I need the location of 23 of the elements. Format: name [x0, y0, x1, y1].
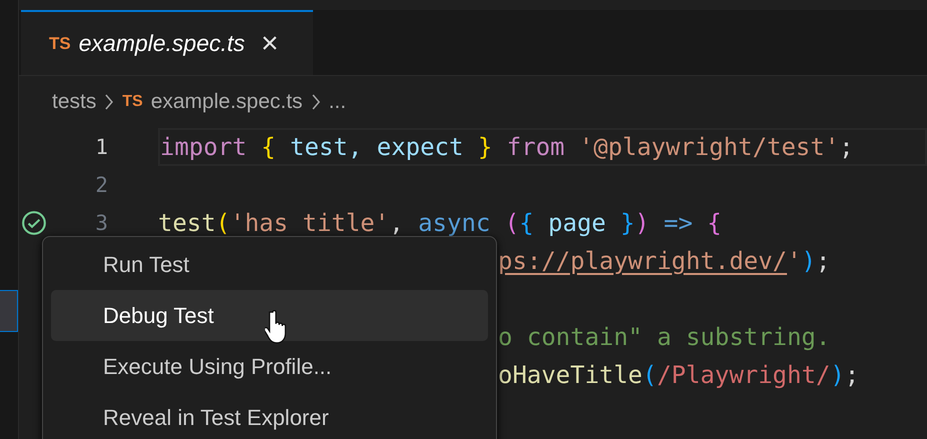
code-line: import { test, expect } from '@playwright/test';: [160, 133, 854, 161]
code-line: test('has title', async ({ page }) => {: [158, 209, 722, 237]
line-number: 2: [95, 173, 108, 197]
menu-item[interactable]: Reveal in Test Explorer: [51, 392, 488, 439]
chevron-icon: [104, 94, 114, 110]
typescript-icon: TS: [49, 34, 71, 54]
typescript-icon: TS: [122, 93, 143, 111]
menu-item[interactable]: Run Test: [51, 239, 488, 290]
code-line: o contain" a substring.: [498, 323, 830, 351]
breadcrumb-item[interactable]: tests: [52, 90, 96, 114]
editor-tab[interactable]: TS example.spec.ts ×: [21, 10, 313, 75]
menu-item[interactable]: Execute Using Profile...: [51, 341, 488, 392]
sidebar-item[interactable]: [0, 290, 18, 332]
code-line: ps://playwright.dev/');: [498, 247, 830, 275]
code-line: oHaveTitle(/Playwright/);: [498, 361, 860, 389]
breadcrumb-item[interactable]: example.spec.ts: [150, 90, 303, 114]
close-icon[interactable]: ×: [260, 28, 278, 58]
breadcrumb-item[interactable]: ...: [328, 90, 346, 114]
line-number: 3: [95, 211, 108, 235]
menu-item[interactable]: Debug Test: [51, 290, 488, 341]
test-passed-icon[interactable]: [21, 210, 47, 236]
line-number: 1: [95, 135, 108, 159]
chevron-icon: [310, 94, 321, 110]
